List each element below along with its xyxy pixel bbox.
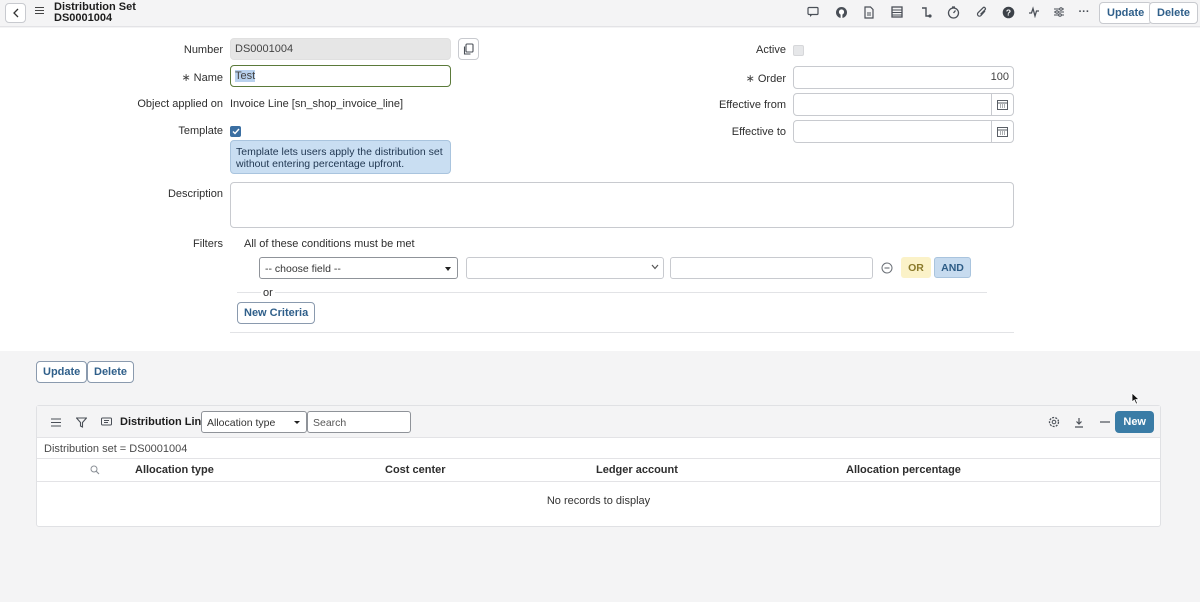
new-criteria-button[interactable]: New Criteria: [237, 302, 316, 324]
name-input[interactable]: Test: [230, 65, 451, 87]
header-update-button[interactable]: Update: [1099, 2, 1153, 24]
operator-dropdown[interactable]: [466, 257, 664, 279]
filter-value-input[interactable]: [670, 257, 873, 279]
effective-from-input[interactable]: [793, 93, 1014, 116]
caret-down-icon: [294, 421, 300, 424]
filter-icon[interactable]: [74, 415, 88, 429]
filter-breadcrumb[interactable]: Distribution set = DS0001004: [44, 443, 187, 455]
form-header: Distribution Set DS0001004 ? ··· Update …: [0, 0, 1200, 27]
list-icon[interactable]: [890, 5, 904, 19]
search-field-value: Allocation type: [207, 417, 276, 429]
list-menu-icon[interactable]: [49, 415, 63, 429]
template-checkbox[interactable]: [230, 126, 241, 137]
chevron-left-icon: [12, 8, 18, 18]
order-input[interactable]: 100: [793, 66, 1014, 89]
column-search-icon[interactable]: [90, 465, 100, 475]
column-header-cost-center[interactable]: Cost center: [385, 464, 446, 476]
flow-icon[interactable]: [919, 5, 933, 19]
filter-divider: [237, 292, 987, 293]
collapse-icon[interactable]: [1098, 415, 1112, 429]
calendar-icon[interactable]: [991, 94, 1013, 115]
calendar-icon[interactable]: [991, 121, 1013, 142]
filters-condition-text: All of these conditions must be met: [244, 238, 415, 250]
remove-condition-icon[interactable]: [881, 262, 893, 274]
timer-icon[interactable]: [946, 5, 960, 19]
comment-icon[interactable]: [99, 415, 113, 429]
form-body: Number DS0001004 ∗ Name Test Object appli…: [0, 28, 1200, 351]
back-button[interactable]: [5, 3, 26, 23]
number-label: Number: [183, 44, 223, 56]
column-header-allocation-type[interactable]: Allocation type: [135, 464, 214, 476]
github-icon[interactable]: [834, 5, 848, 19]
search-input[interactable]: Search: [307, 411, 411, 433]
copy-button[interactable]: [458, 38, 479, 60]
effective-to-label: Effective to: [731, 126, 786, 138]
filters-label: Filters: [193, 238, 223, 250]
list-title: Distribution Lines: [120, 416, 214, 428]
name-value: Test: [235, 70, 256, 82]
name-label-text: Name: [193, 72, 223, 84]
sliders-icon[interactable]: [1052, 5, 1066, 19]
download-icon[interactable]: [1072, 415, 1086, 429]
order-label: ∗ Order: [746, 72, 786, 85]
form-record-id: DS0001004: [54, 12, 113, 24]
effective-to-input[interactable]: [793, 120, 1014, 143]
help-icon[interactable]: ?: [1001, 5, 1015, 19]
list-header: Distribution Lines Allocation type Searc…: [37, 406, 1160, 438]
more-options-icon[interactable]: ···: [1077, 5, 1091, 19]
active-label: Active: [756, 44, 786, 56]
search-placeholder: Search: [313, 417, 347, 429]
header-delete-button[interactable]: Delete: [1149, 2, 1199, 24]
column-header-ledger-account[interactable]: Ledger account: [596, 464, 678, 476]
choose-field-value: -- choose field --: [265, 263, 341, 275]
filter-bottom-divider: [230, 332, 1014, 333]
comment-icon[interactable]: [806, 5, 820, 19]
description-label: Description: [167, 188, 223, 200]
number-value: DS0001004: [235, 43, 294, 55]
choose-field-dropdown[interactable]: -- choose field --: [259, 257, 458, 279]
distribution-lines-list: Distribution Lines Allocation type Searc…: [36, 405, 1161, 527]
tooltip-line-2: without entering percentage upfront.: [236, 158, 405, 170]
description-textarea[interactable]: [230, 182, 1014, 228]
order-label-text: Order: [757, 73, 786, 85]
delete-button[interactable]: Delete: [87, 361, 135, 383]
object-applied-label: Object applied on: [137, 98, 223, 110]
chevron-down-icon: [651, 264, 659, 270]
effective-from-label: Effective from: [718, 99, 786, 111]
svg-text:?: ?: [1005, 7, 1010, 17]
required-icon: ∗: [745, 73, 755, 85]
template-tooltip: Template lets users apply the distributi…: [230, 140, 451, 174]
activity-icon[interactable]: [1027, 5, 1041, 19]
and-condition-button[interactable]: AND: [934, 257, 971, 278]
required-icon: ∗: [181, 72, 191, 84]
or-separator: or: [261, 287, 275, 299]
column-header-allocation-percentage[interactable]: Allocation percentage: [846, 464, 961, 476]
empty-message: No records to display: [546, 495, 651, 507]
search-field-select[interactable]: Allocation type: [201, 411, 307, 433]
document-icon[interactable]: [862, 5, 876, 19]
caret-down-icon: [445, 267, 451, 271]
paperclip-icon[interactable]: [975, 5, 989, 19]
update-button[interactable]: Update: [36, 361, 88, 383]
or-condition-button[interactable]: OR: [901, 257, 931, 278]
template-label: Template: [178, 125, 223, 137]
object-applied-value: Invoice Line [sn_shop_invoice_line]: [230, 98, 404, 110]
mouse-cursor-icon: [1131, 392, 1140, 405]
checkmark-icon: [232, 128, 240, 135]
settings-icon[interactable]: [1047, 415, 1061, 429]
name-label: ∗ Name: [181, 71, 223, 84]
tooltip-line-1: Template lets users apply the distributi…: [236, 146, 443, 158]
active-checkbox[interactable]: [793, 45, 804, 56]
order-value: 100: [990, 71, 1009, 83]
new-button[interactable]: New: [1115, 411, 1154, 433]
copy-icon: [463, 43, 474, 55]
number-field: DS0001004: [230, 38, 451, 60]
context-menu-icon[interactable]: [35, 7, 44, 17]
